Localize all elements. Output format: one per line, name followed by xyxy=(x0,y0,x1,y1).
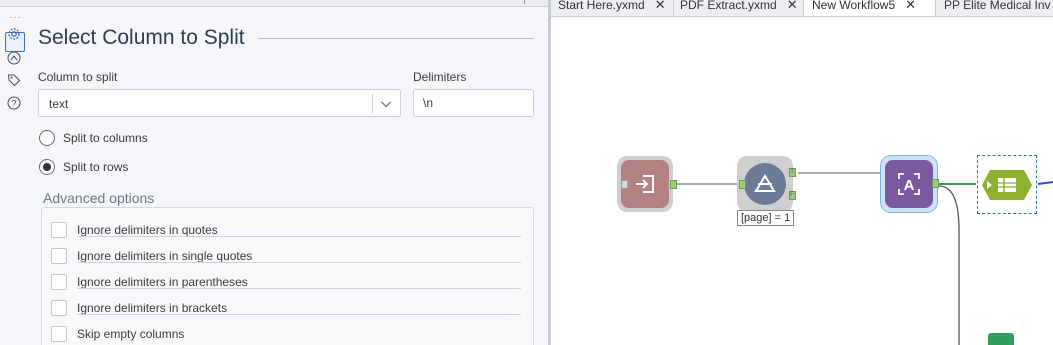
browse-tool-partial[interactable] xyxy=(988,333,1014,345)
config-icon-rail: ··· ? xyxy=(0,8,30,345)
filter-input-anchor[interactable] xyxy=(739,180,746,189)
svg-text:A: A xyxy=(904,177,915,194)
ignore-parentheses-checkbox[interactable] xyxy=(51,274,67,290)
ocr-tool-body: A xyxy=(885,160,933,208)
svg-text:?: ? xyxy=(11,98,16,108)
skip-empty-columns-label: Skip empty columns xyxy=(77,327,185,341)
input-output-anchor[interactable] xyxy=(670,180,677,189)
split-to-rows-label: Split to rows xyxy=(63,160,129,174)
text-to-columns-icon xyxy=(982,170,1032,200)
help-icon[interactable]: ? xyxy=(6,95,22,111)
chevron-down-icon[interactable] xyxy=(378,96,394,112)
config-gear-icon[interactable] xyxy=(6,26,22,42)
radio-button[interactable] xyxy=(39,130,55,146)
panel-pin-handle[interactable] xyxy=(524,0,525,4)
tag-icon[interactable] xyxy=(6,72,22,88)
ignore-single-quotes-checkbox[interactable] xyxy=(51,248,67,264)
input-anchor-in[interactable] xyxy=(621,180,628,189)
connection-icon[interactable] xyxy=(6,50,22,66)
delimiters-input[interactable] xyxy=(413,89,534,117)
ocr-output-anchor[interactable] xyxy=(932,179,939,188)
column-to-split-label: Column to split xyxy=(38,70,118,84)
filter-false-label: F xyxy=(790,191,795,198)
workflow-canvas[interactable]: Start Here.yxmd ✕ PDF Extract.yxmd ✕ New… xyxy=(551,0,1053,345)
more-dots-icon[interactable]: ··· xyxy=(9,13,22,23)
ignore-quotes-label: Ignore delimiters in quotes xyxy=(77,223,218,237)
dropdown-separator xyxy=(372,94,373,113)
delimiters-label: Delimiters xyxy=(413,70,467,84)
column-to-split-value: text xyxy=(49,97,69,111)
configuration-panel: ··· ? Select Column to Split Column to s… xyxy=(0,0,548,345)
radio-button-selected[interactable] xyxy=(39,159,55,175)
filter-annotation[interactable]: [page] = 1 xyxy=(737,210,795,226)
option-divider xyxy=(77,236,521,237)
option-divider xyxy=(77,288,521,289)
split-to-columns-radio[interactable]: Split to columns xyxy=(39,129,148,147)
input-tool-body xyxy=(621,160,669,208)
filter-triangle-icon xyxy=(754,174,776,192)
input-arrow-icon xyxy=(636,175,654,193)
split-to-columns-label: Split to columns xyxy=(63,131,148,145)
ignore-brackets-checkbox[interactable] xyxy=(51,300,67,316)
title-divider xyxy=(258,38,534,39)
ignore-single-quotes-label: Ignore delimiters in single quotes xyxy=(77,249,253,263)
ignore-parentheses-label: Ignore delimiters in parentheses xyxy=(77,275,248,289)
column-to-split-dropdown[interactable]: text xyxy=(38,89,401,117)
text-to-columns-tool[interactable] xyxy=(977,155,1037,214)
ignore-quotes-checkbox[interactable] xyxy=(51,222,67,238)
skip-empty-columns-checkbox[interactable] xyxy=(51,326,67,342)
connection-ocr-down xyxy=(938,185,960,345)
filter-tool-body xyxy=(744,163,786,205)
option-divider xyxy=(77,262,521,263)
option-divider xyxy=(77,314,521,315)
panel-top-strip xyxy=(0,0,548,7)
connection-split-out xyxy=(1037,181,1053,185)
advanced-options-heading: Advanced options xyxy=(43,190,155,206)
ignore-brackets-label: Ignore delimiters in brackets xyxy=(77,301,228,315)
filter-true-label: T xyxy=(790,168,795,175)
skip-empty-columns-option[interactable]: Skip empty columns xyxy=(51,325,184,343)
ocr-letter-icon: A xyxy=(898,173,920,195)
split-to-rows-radio[interactable]: Split to rows xyxy=(39,158,128,176)
page-title: Select Column to Split xyxy=(38,26,245,49)
ocr-tool[interactable]: A xyxy=(880,155,938,213)
